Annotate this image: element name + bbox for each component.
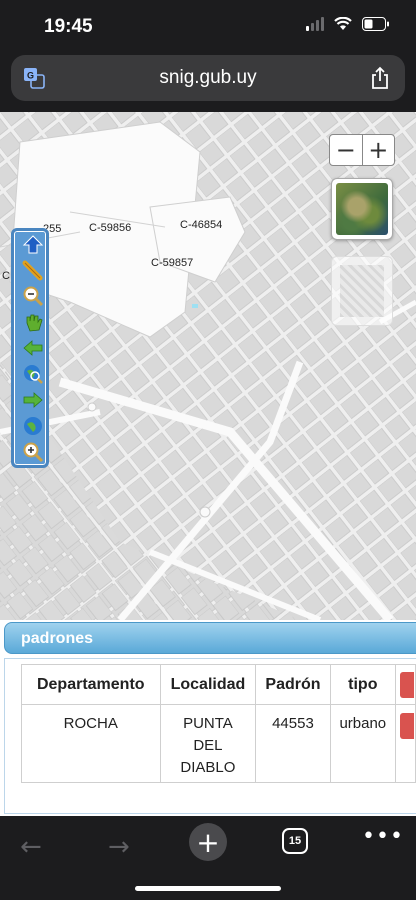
cell-actions: [395, 704, 416, 783]
results-panel: padrones Departamento Localidad Padrón t…: [0, 620, 416, 816]
home-indicator: [135, 886, 281, 891]
zoom-in-button[interactable]: +: [361, 135, 395, 165]
zoom-out-tool-icon[interactable]: [22, 285, 44, 307]
column-header-tipo: tipo: [329, 664, 397, 705]
forward-arrow-icon[interactable]: →: [108, 832, 130, 862]
table-row[interactable]: ROCHA PUNTA DEL DIABLO 44553 urbano: [21, 704, 416, 783]
column-header-departamento: Departamento: [21, 664, 161, 705]
cell-localidad-line: PUNTA: [183, 715, 233, 732]
more-menu-icon[interactable]: •••: [362, 824, 404, 849]
parcel-label: C-59857: [151, 257, 194, 269]
parcel-label: C-59856: [89, 222, 132, 234]
hand-pan-icon[interactable]: [22, 311, 44, 333]
globe-search-icon[interactable]: [22, 363, 44, 385]
previous-extent-icon[interactable]: [22, 337, 44, 359]
zoom-in-tool-icon[interactable]: [22, 441, 44, 463]
basemap-map-toggle[interactable]: [331, 256, 393, 326]
status-bar: 19:45: [0, 0, 416, 54]
zoom-out-button[interactable]: −: [330, 135, 362, 165]
cell-departamento: ROCHA: [21, 704, 161, 783]
padrones-table: Departamento Localidad Padrón tipo ROCHA…: [21, 664, 416, 783]
map-toolbar: [11, 228, 49, 468]
panel-header[interactable]: padrones: [4, 622, 416, 654]
basemap-satellite-toggle[interactable]: [331, 178, 393, 240]
back-arrow-icon[interactable]: ←: [20, 832, 42, 862]
action-button[interactable]: [400, 671, 415, 698]
cell-localidad-line: DEL: [193, 737, 223, 754]
new-tab-plus-icon[interactable]: +: [189, 823, 227, 861]
column-header-localidad: Localidad: [159, 664, 257, 705]
address-bar[interactable]: G snig.gub.uy: [11, 55, 405, 101]
status-icons: [306, 17, 390, 31]
globe-full-extent-icon[interactable]: [22, 415, 44, 437]
signal-icon: [306, 17, 324, 31]
cell-localidad-line: DIABLO: [180, 759, 236, 776]
cell-tipo: urbano: [329, 704, 397, 783]
browser-bottom-bar: ← → + 15 •••: [0, 816, 416, 900]
pan-arrow-icon[interactable]: [22, 233, 44, 255]
tab-count-button[interactable]: 15: [282, 828, 308, 854]
next-extent-icon[interactable]: [22, 389, 44, 411]
parcel-label: C: [2, 270, 10, 282]
panel-title: padrones: [21, 630, 94, 647]
column-header-actions: [395, 664, 416, 705]
map-view[interactable]: C-59856 C-46854 C-59857 255 C − +: [0, 112, 416, 620]
battery-icon: [362, 17, 389, 31]
parcel-label: C-46854: [180, 219, 223, 231]
map-thumbnail: [340, 265, 384, 317]
cell-padron: 44553: [255, 704, 331, 783]
wifi-icon: [334, 17, 352, 30]
cell-localidad: PUNTA DEL DIABLO: [159, 704, 257, 783]
browser-toolbar: G snig.gub.uy: [0, 54, 416, 112]
measure-icon[interactable]: [22, 259, 44, 281]
status-time: 19:45: [44, 16, 93, 37]
zoom-control: − +: [329, 134, 395, 166]
action-button[interactable]: [400, 713, 415, 739]
table-header-row: Departamento Localidad Padrón tipo: [21, 664, 416, 705]
satellite-thumbnail: [336, 183, 388, 235]
url-text[interactable]: snig.gub.uy: [11, 67, 405, 89]
share-icon[interactable]: [369, 66, 391, 90]
column-header-padron: Padrón: [255, 664, 331, 705]
